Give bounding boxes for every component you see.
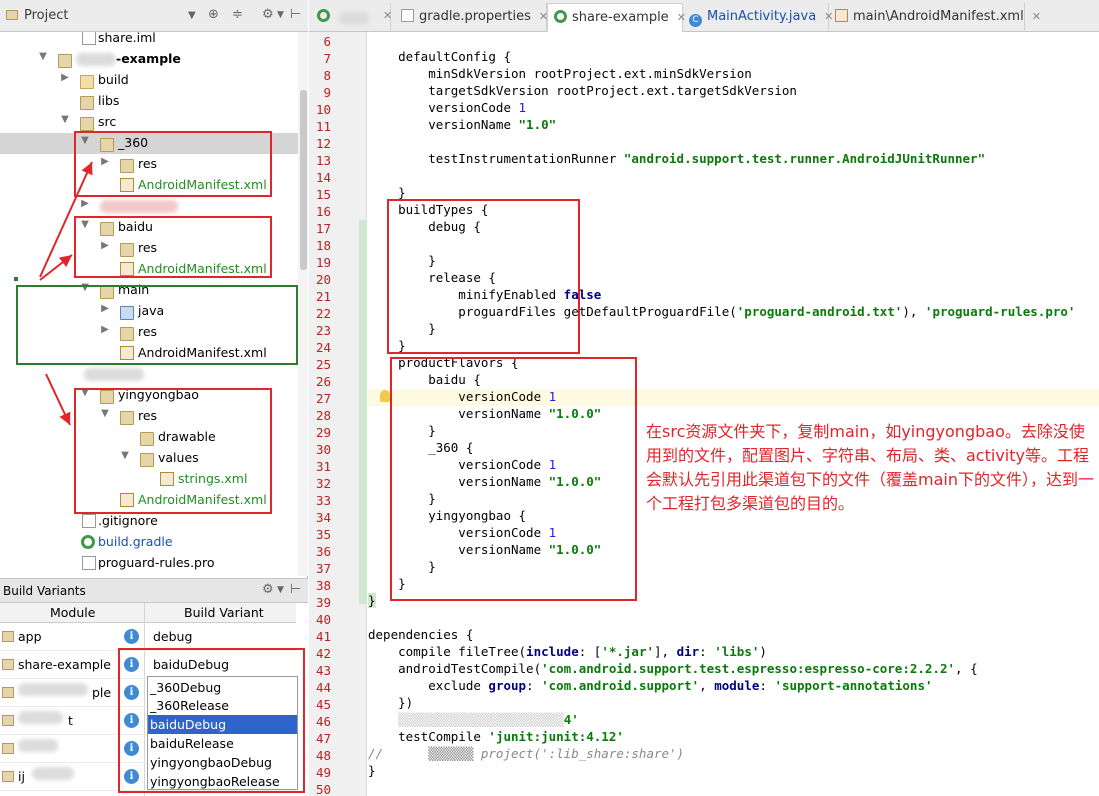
line-number: 23 bbox=[315, 323, 331, 338]
tab-mainactivity[interactable]: C MainActivity.java ✕ bbox=[683, 3, 833, 32]
tab-redacted[interactable]: ✕ bbox=[311, 3, 392, 32]
line-number: 19 bbox=[315, 255, 331, 270]
close-icon[interactable]: ✕ bbox=[1032, 10, 1041, 23]
annotation-note: 在src资源文件夹下，复制main，如yingyongbao。去除没使用到的文件… bbox=[646, 422, 1094, 513]
line-number: 12 bbox=[315, 136, 331, 151]
line-number: 45 bbox=[315, 697, 331, 712]
tab-gradle-properties[interactable]: gradle.properties ✕ bbox=[393, 3, 548, 32]
line-number: 39 bbox=[315, 595, 331, 610]
line-number: 21 bbox=[315, 289, 331, 304]
gradle-icon bbox=[554, 10, 567, 23]
line-number: 10 bbox=[315, 102, 331, 117]
line-number: 20 bbox=[315, 272, 331, 287]
line-number: 31 bbox=[315, 459, 331, 474]
line-number: 13 bbox=[315, 153, 331, 168]
line-number: 6 bbox=[323, 34, 331, 49]
line-number: 11 bbox=[315, 119, 331, 134]
line-number: 17 bbox=[315, 221, 331, 236]
line-number: 29 bbox=[315, 425, 331, 440]
line-number: 46 bbox=[315, 714, 331, 729]
line-number: 26 bbox=[315, 374, 331, 389]
file-icon bbox=[401, 9, 414, 22]
line-number: 48 bbox=[315, 748, 331, 763]
line-number: 34 bbox=[315, 510, 331, 525]
line-number: 15 bbox=[315, 187, 331, 202]
line-number: 41 bbox=[315, 629, 331, 644]
annotation-box-buildtypes bbox=[387, 199, 580, 354]
line-number: 7 bbox=[323, 51, 331, 66]
line-number: 27 bbox=[315, 391, 331, 406]
line-number: 25 bbox=[315, 357, 331, 372]
editor-tabs: ✕ gradle.properties ✕ share-example ✕ C Mai… bbox=[309, 0, 1099, 32]
close-icon[interactable]: ✕ bbox=[383, 9, 392, 22]
line-number: 32 bbox=[315, 476, 331, 491]
tab-share-example[interactable]: share-example ✕ bbox=[547, 3, 686, 32]
line-number: 16 bbox=[315, 204, 331, 219]
line-number: 24 bbox=[315, 340, 331, 355]
class-icon: C bbox=[689, 14, 702, 27]
line-number: 42 bbox=[315, 646, 331, 661]
change-marker bbox=[359, 356, 367, 604]
line-number: 36 bbox=[315, 544, 331, 559]
gradle-icon bbox=[317, 9, 330, 22]
redacted-text bbox=[339, 12, 369, 25]
line-number: 47 bbox=[315, 731, 331, 746]
line-number: 35 bbox=[315, 527, 331, 542]
line-number: 40 bbox=[315, 612, 331, 627]
line-number: 37 bbox=[315, 561, 331, 576]
line-number: 44 bbox=[315, 680, 331, 695]
xml-icon bbox=[835, 9, 848, 22]
line-number: 18 bbox=[315, 238, 331, 253]
line-number-gutter: 6 7 8 9 10 11 12 13 14 15 16 17 18 19 20 21 22 23 24 25 26 27… bbox=[309, 32, 367, 796]
line-number: 50 bbox=[315, 782, 331, 796]
change-marker bbox=[359, 220, 367, 356]
lightbulb-icon[interactable] bbox=[380, 390, 390, 402]
tab-main-manifest[interactable]: main\AndroidManifest.xml ✕ bbox=[829, 3, 1041, 32]
annotation-box-productflavors bbox=[390, 357, 637, 601]
line-number: 9 bbox=[323, 85, 331, 100]
line-number: 43 bbox=[315, 663, 331, 678]
line-number: 30 bbox=[315, 442, 331, 457]
line-number: 33 bbox=[315, 493, 331, 508]
arrow-to-yingyongbao bbox=[45, 373, 71, 426]
annotation-arrows bbox=[39, 161, 93, 426]
line-number: 38 bbox=[315, 578, 331, 593]
line-number: 22 bbox=[315, 306, 331, 321]
line-number: 49 bbox=[315, 765, 331, 780]
line-number: 8 bbox=[323, 68, 331, 83]
line-number: 14 bbox=[315, 170, 331, 185]
line-number: 28 bbox=[315, 408, 331, 423]
